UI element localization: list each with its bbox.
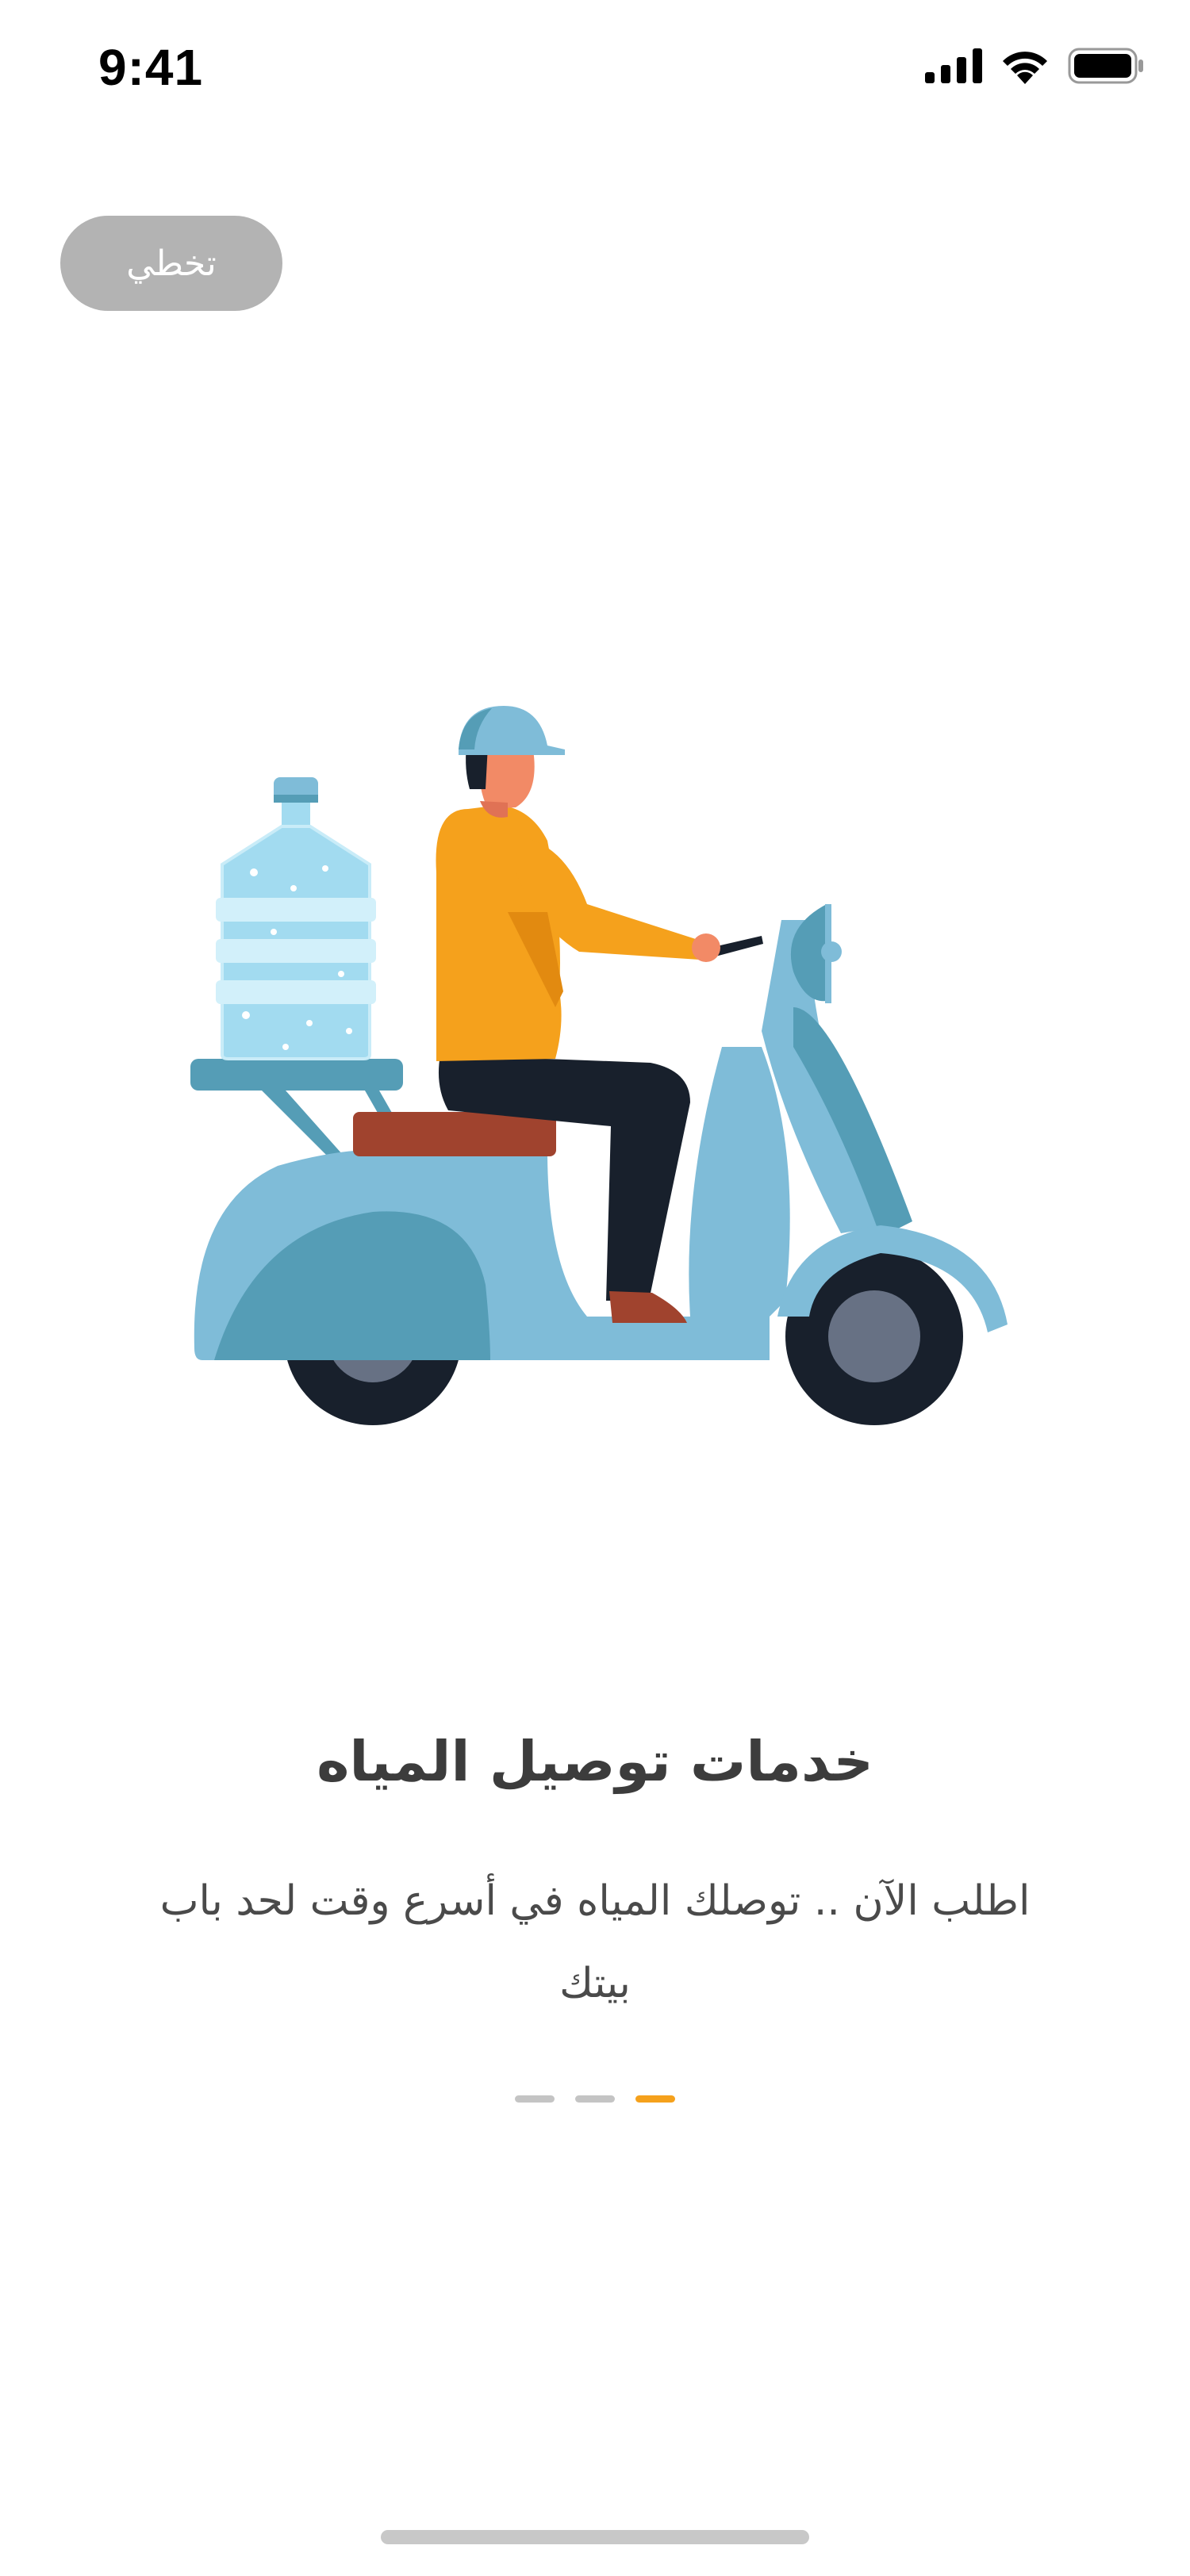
- page-dot-1[interactable]: [515, 2095, 555, 2103]
- page-dot-2[interactable]: [575, 2095, 615, 2103]
- water-bottle-icon: [216, 777, 376, 1060]
- onboarding-title: خدمات توصيل المياه: [317, 1729, 873, 1794]
- wifi-icon: [1003, 52, 1047, 84]
- skip-button[interactable]: تخطي: [60, 216, 282, 311]
- status-icons: [925, 48, 1144, 84]
- page-dot-3-active[interactable]: [635, 2095, 675, 2103]
- signal-icon: [925, 48, 982, 83]
- status-bar: 9:41: [0, 0, 1190, 143]
- status-time: 9:41: [98, 39, 204, 96]
- rear-rack: [190, 1059, 403, 1091]
- onboarding-subtitle: اطلب الآن .. توصلك المياه في أسرع وقت لح…: [159, 1877, 1031, 2007]
- home-indicator[interactable]: [381, 2530, 809, 2544]
- page-indicator: [0, 2095, 1190, 2103]
- rider-face: [478, 749, 535, 809]
- battery-icon: [1068, 48, 1143, 84]
- delivery-scooter-illustration: [190, 706, 1008, 1425]
- scooter-seat: [353, 1112, 556, 1156]
